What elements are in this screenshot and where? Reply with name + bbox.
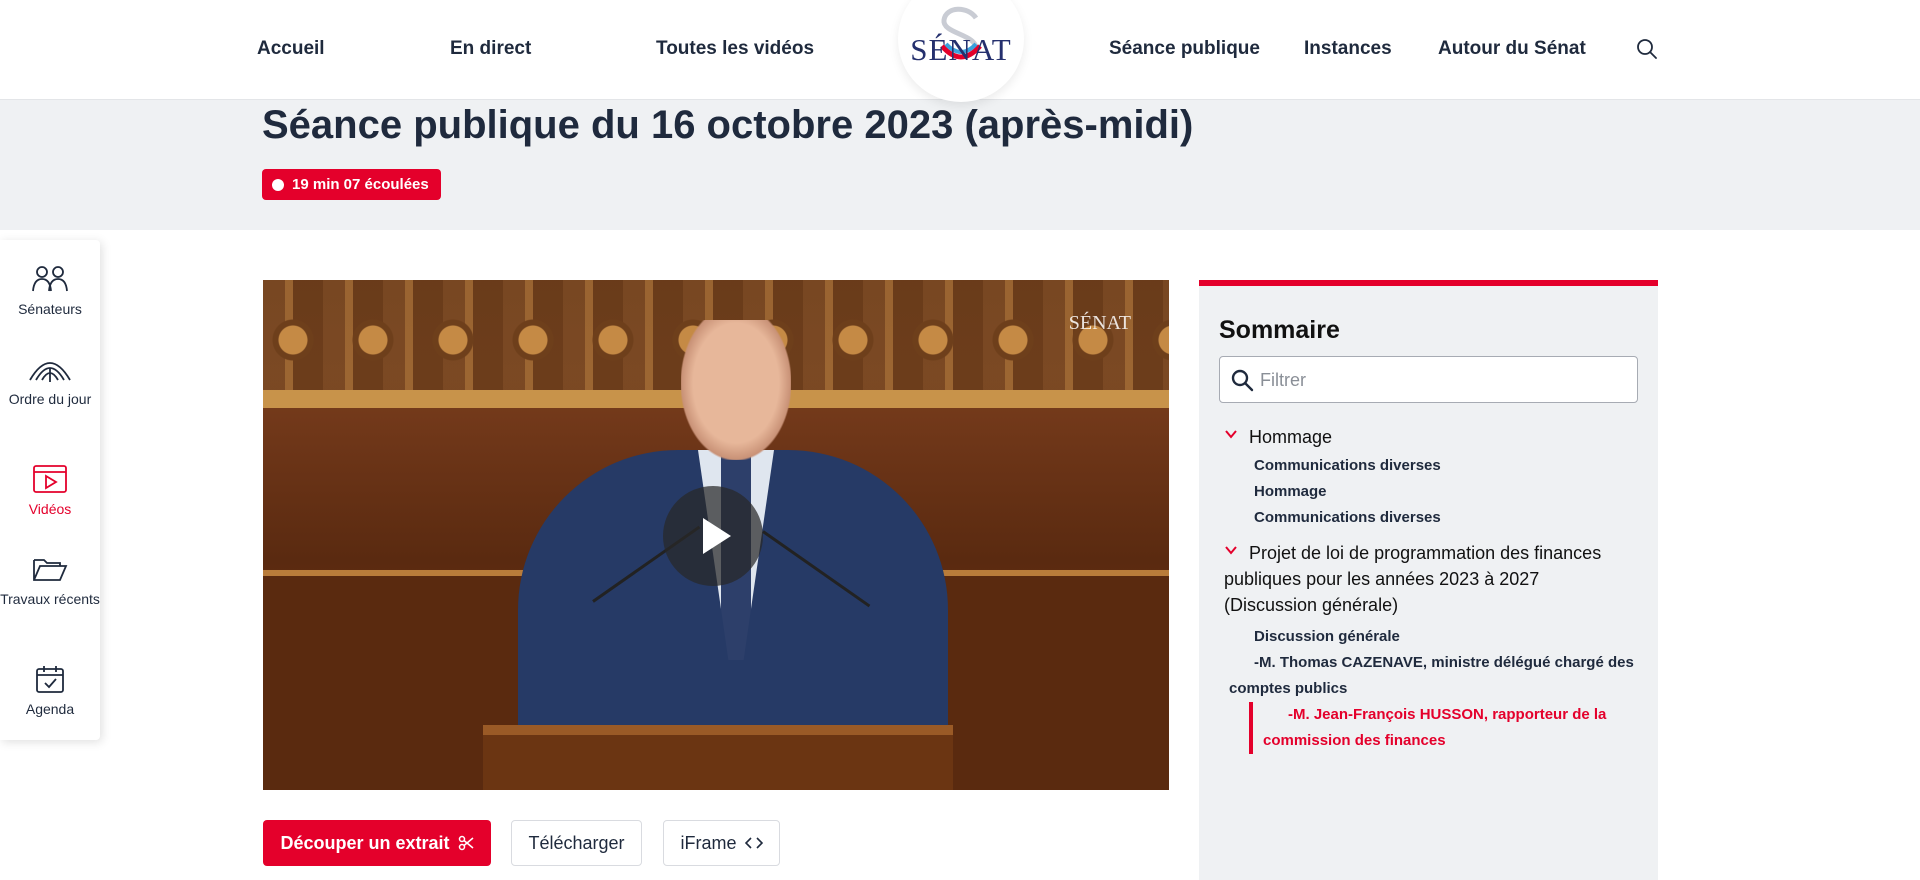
rail-label-travaux-recents: Travaux récents [0, 591, 100, 607]
sommaire-section-projet-de-loi[interactable]: Projet de loi de programmation des finan… [1224, 540, 1634, 618]
sommaire-title: Sommaire [1219, 316, 1340, 344]
sommaire-panel: Sommaire Hommage Communications diverses… [1199, 280, 1658, 880]
iframe-button[interactable]: iFrame [663, 820, 780, 866]
rail-item-senateurs[interactable]: Sénateurs [0, 264, 100, 318]
nav-seance-publique[interactable]: Séance publique [1109, 38, 1260, 60]
rail-label-senateurs: Sénateurs [18, 301, 82, 317]
code-icon [744, 837, 763, 849]
sommaire-item[interactable]: Communications diverses [1254, 453, 1441, 479]
rail-label-agenda: Agenda [25, 701, 75, 717]
rail-item-ordre-du-jour[interactable]: Ordre du jour [0, 354, 100, 408]
sommaire-section-label: Hommage [1249, 427, 1333, 447]
chevron-down-icon [1225, 430, 1237, 439]
senat-logo[interactable]: SÉNAT [898, 0, 1024, 102]
search-icon[interactable] [1636, 38, 1660, 62]
video-icon [33, 465, 67, 493]
video-speaker-head [681, 320, 791, 460]
senators-icon [32, 266, 68, 292]
nav-accueil[interactable]: Accueil [257, 38, 325, 60]
sommaire-section-label: Projet de loi de programmation des finan… [1224, 543, 1602, 615]
video-player[interactable]: SÉNAT [263, 280, 1169, 790]
nav-toutes-les-videos[interactable]: Toutes les vidéos [656, 38, 814, 60]
logo-text: SÉNAT [910, 32, 1012, 67]
download-button[interactable]: Télécharger [511, 820, 642, 866]
rail-item-videos[interactable]: Vidéos [0, 464, 100, 518]
nav-instances[interactable]: Instances [1304, 38, 1392, 60]
play-icon[interactable] [663, 486, 763, 586]
side-rail: Sénateurs Ordre du jour Vidéos Travaux r… [0, 240, 100, 740]
sommaire-item-active[interactable]: -M. Jean-François HUSSON, rapporteur de … [1249, 702, 1634, 754]
nav-autour-du-senat[interactable]: Autour du Sénat [1438, 38, 1586, 60]
cut-extract-button[interactable]: Découper un extrait [263, 820, 491, 866]
live-dot-icon [272, 178, 284, 191]
live-badge-label: 19 min 07 écoulées [292, 176, 429, 193]
sommaire-item[interactable]: Communications diverses [1254, 505, 1441, 531]
sommaire-filter-input[interactable] [1260, 365, 1620, 395]
sommaire-item[interactable]: Hommage [1254, 479, 1327, 505]
rail-item-agenda[interactable]: Agenda [0, 664, 100, 718]
scissors-icon [458, 835, 473, 851]
rail-item-travaux-recents[interactable]: Travaux récents [0, 554, 100, 608]
video-lectern [483, 725, 953, 790]
calendar-icon [36, 666, 64, 693]
sommaire-item[interactable]: Discussion générale [1254, 624, 1400, 650]
page-title: Séance publique du 16 octobre 2023 (aprè… [262, 103, 1194, 147]
cut-extract-label: Découper un extrait [280, 832, 450, 853]
sommaire-item[interactable]: -M. Thomas CAZENAVE, ministre délégué ch… [1229, 650, 1634, 702]
rail-label-videos: Vidéos [28, 501, 72, 517]
sommaire-filter-field[interactable] [1219, 356, 1638, 403]
download-label: Télécharger [528, 832, 625, 853]
iframe-label: iFrame [680, 832, 737, 853]
search-icon [1231, 369, 1254, 392]
chevron-down-icon [1225, 546, 1237, 555]
folder-icon [33, 559, 68, 581]
broadcast-icon [29, 362, 71, 382]
video-watermark: SÉNAT [1068, 312, 1131, 334]
sommaire-section-hommage[interactable]: Hommage [1224, 424, 1332, 450]
rail-label-ordre-du-jour: Ordre du jour [8, 391, 92, 407]
live-status-badge: 19 min 07 écoulées [262, 169, 441, 200]
nav-en-direct[interactable]: En direct [450, 38, 531, 60]
